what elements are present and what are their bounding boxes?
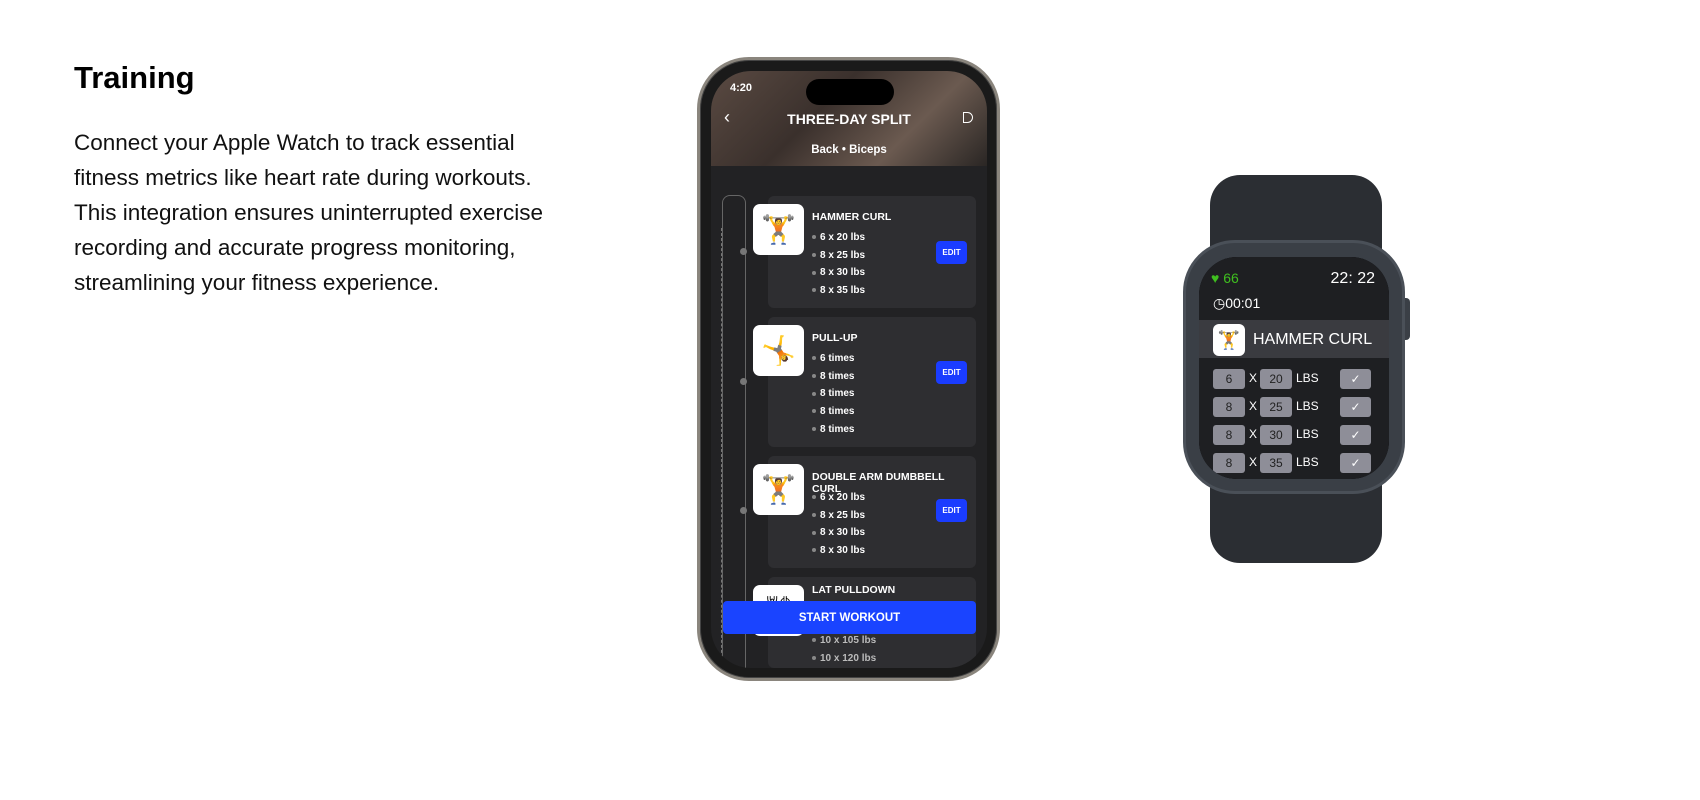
set-list: 6 times 8 times 8 times 8 times 8 times bbox=[812, 353, 854, 441]
watch-set-row: 8 X 25 LBS ✓ bbox=[1213, 397, 1383, 417]
set-item: 6 x 20 lbs bbox=[812, 492, 865, 510]
watch-screen: ♥ 66 22: 22 ◷00:01 🏋 HAMMER CURL 6 X 20 … bbox=[1199, 257, 1389, 479]
section-description: Connect your Apple Watch to track essent… bbox=[74, 130, 544, 295]
reps-field[interactable]: 6 bbox=[1213, 369, 1245, 389]
heart-rate-value: 66 bbox=[1223, 270, 1239, 286]
page-title: THREE-DAY SPLIT bbox=[787, 111, 911, 127]
edit-button[interactable]: EDIT bbox=[936, 499, 967, 522]
timeline-dot bbox=[740, 507, 747, 514]
watch-set-row: 8 X 35 LBS ✓ bbox=[1213, 453, 1383, 473]
exercise-name: PULL-UP bbox=[812, 332, 858, 344]
exercise-name: HAMMER CURL bbox=[1253, 331, 1373, 348]
exercise-thumbnail: 🏋 bbox=[1213, 324, 1245, 356]
exercise-name: LAT PULLDOWN bbox=[812, 584, 896, 596]
set-item: 6 x 20 lbs bbox=[812, 232, 865, 250]
weight-field[interactable]: 35 bbox=[1260, 453, 1292, 473]
times-label: X bbox=[1249, 399, 1258, 413]
timeline-dot bbox=[740, 248, 747, 255]
timer-value: 00:01 bbox=[1225, 295, 1261, 311]
edit-button[interactable]: EDIT bbox=[936, 361, 967, 384]
set-item: 8 times bbox=[812, 406, 854, 424]
section-heading: Training bbox=[74, 60, 195, 95]
watch-set-row: 8 X 30 LBS ✓ bbox=[1213, 425, 1383, 445]
set-item: 8 x 30 lbs bbox=[812, 527, 865, 545]
dynamic-island bbox=[806, 79, 894, 105]
reps-field[interactable]: 8 bbox=[1213, 425, 1245, 445]
set-item: 8 x 30 lbs bbox=[812, 267, 865, 285]
set-item: 8 x 25 lbs bbox=[812, 250, 865, 268]
set-item: 8 times bbox=[812, 424, 854, 442]
start-workout-button[interactable]: START WORKOUT bbox=[723, 601, 976, 634]
exercise-thumbnail: 🤸 bbox=[753, 325, 804, 376]
check-button[interactable]: ✓ bbox=[1340, 453, 1371, 473]
exercise-thumbnail: 🏋 bbox=[753, 204, 804, 255]
weight-field[interactable]: 30 bbox=[1260, 425, 1292, 445]
unit-label: LBS bbox=[1296, 371, 1319, 385]
reps-field[interactable]: 8 bbox=[1213, 397, 1245, 417]
reps-field[interactable]: 8 bbox=[1213, 453, 1245, 473]
watch-time: 22: 22 bbox=[1330, 270, 1375, 287]
set-item: 10 x 105 lbs bbox=[812, 635, 876, 653]
set-item: 8 x 35 lbs bbox=[812, 285, 865, 303]
set-item: 6 times bbox=[812, 353, 854, 371]
workout-timer: ◷00:01 bbox=[1213, 295, 1260, 312]
set-list: 6 x 20 lbs 8 x 25 lbs 8 x 30 lbs 8 x 30 … bbox=[812, 492, 865, 563]
check-button[interactable]: ✓ bbox=[1340, 425, 1371, 445]
edit-button[interactable]: EDIT bbox=[936, 241, 967, 264]
weight-field[interactable]: 20 bbox=[1260, 369, 1292, 389]
times-label: X bbox=[1249, 371, 1258, 385]
set-list: 6 x 20 lbs 8 x 25 lbs 8 x 30 lbs 8 x 35 … bbox=[812, 232, 865, 303]
times-label: X bbox=[1249, 455, 1258, 469]
set-item: 10 x 120 lbs bbox=[812, 653, 876, 668]
heart-rate: ♥ 66 bbox=[1211, 270, 1239, 286]
set-list: 10 x 105 lbs 10 x 120 lbs bbox=[812, 635, 876, 668]
set-item: 8 times bbox=[812, 371, 854, 389]
heart-icon: ♥ bbox=[1211, 270, 1220, 286]
timeline-dot bbox=[740, 378, 747, 385]
clock-icon: ◷ bbox=[1213, 295, 1226, 311]
unit-label: LBS bbox=[1296, 427, 1319, 441]
status-time: 4:20 bbox=[730, 82, 753, 94]
check-button[interactable]: ✓ bbox=[1340, 369, 1371, 389]
page-subtitle: Back • Biceps bbox=[811, 144, 887, 156]
watch-exercise-header: 🏋 HAMMER CURL bbox=[1199, 320, 1389, 358]
dashed-rail bbox=[721, 228, 722, 668]
exercise-name: HAMMER CURL bbox=[812, 211, 892, 223]
superset-rail bbox=[722, 195, 746, 668]
phone-screen: 4:20 ‹ THREE-DAY SPLIT Back • Biceps HAM… bbox=[711, 71, 987, 668]
unit-label: LBS bbox=[1296, 455, 1319, 469]
set-item: 8 times bbox=[812, 388, 854, 406]
watch-set-row: 6 X 20 LBS ✓ bbox=[1213, 369, 1383, 389]
unit-label: LBS bbox=[1296, 399, 1319, 413]
set-item: 8 x 30 lbs bbox=[812, 545, 865, 563]
iphone-mockup: 4:20 ‹ THREE-DAY SPLIT Back • Biceps HAM… bbox=[697, 57, 1000, 681]
set-item: 8 x 25 lbs bbox=[812, 510, 865, 528]
times-label: X bbox=[1249, 427, 1258, 441]
check-button[interactable]: ✓ bbox=[1340, 397, 1371, 417]
weight-field[interactable]: 25 bbox=[1260, 397, 1292, 417]
exercise-thumbnail: 🏋 bbox=[753, 464, 804, 515]
